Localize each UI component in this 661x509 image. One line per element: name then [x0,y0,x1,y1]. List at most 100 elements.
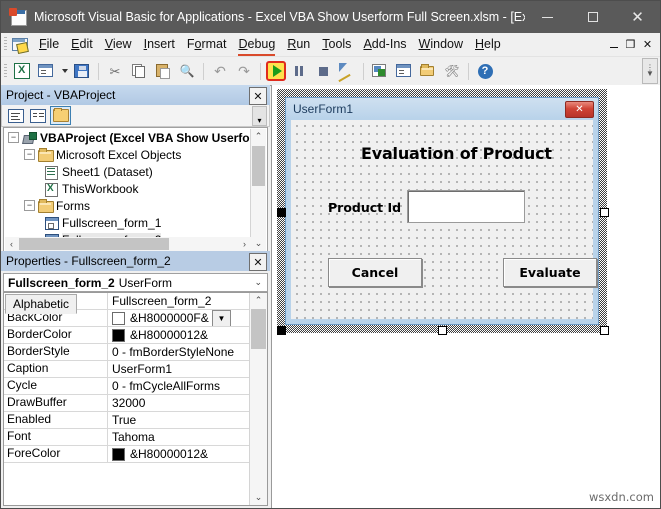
project-explorer-icon[interactable] [369,60,391,82]
object-browser-icon[interactable] [417,60,439,82]
property-value[interactable]: UserForm1 [108,361,250,377]
scroll-thumb[interactable] [251,309,266,349]
redo-icon[interactable]: ↷ [233,60,255,82]
menu-item-insert[interactable]: Insert [138,35,181,54]
menu-item-help[interactable]: Help [469,35,507,54]
menu-item-addins[interactable]: Add-Ins [357,35,412,54]
property-row[interactable]: Cycle 0 - fmCycleAllForms [4,378,250,395]
find-icon[interactable]: 🔍 [176,60,198,82]
tree-item-fullscreen-form-1[interactable]: Fullscreen_form_1 [4,214,251,231]
run-icon[interactable] [266,61,286,81]
property-value[interactable]: &H80000012& [108,446,250,462]
property-value[interactable]: &H80000012& [108,327,250,343]
menu-item-window[interactable]: Window [413,35,469,54]
properties-grid[interactable]: (Name) Fullscreen_form_2 BackColor &H800… [3,292,268,506]
property-row[interactable]: DrawBuffer 32000 [4,395,250,412]
menu-item-edit[interactable]: Edit [65,35,99,54]
menu-item-view[interactable]: View [99,35,138,54]
userform-selection-frame[interactable]: UserForm1 ✕ Evaluation of Product Produc… [277,89,609,335]
undo-icon[interactable]: ↶ [209,60,231,82]
tab-alphabetic[interactable]: Alphabetic [5,294,78,314]
tree-expander[interactable]: − [24,200,35,211]
property-value[interactable]: Fullscreen_form_2 [108,293,250,309]
property-row[interactable]: ForeColor &H80000012& [4,446,250,463]
property-row[interactable]: Enabled True [4,412,250,429]
resize-handle-right[interactable] [600,208,609,217]
product-id-input[interactable] [407,190,525,223]
toolbox-icon[interactable]: 🛠 [441,60,463,82]
cut-icon[interactable]: ✂ [104,60,126,82]
chevron-down-icon[interactable]: ▼ [212,310,231,326]
window-minimize-button[interactable] [525,1,570,33]
resize-handle-left[interactable] [277,208,286,217]
cancel-button[interactable]: Cancel [328,258,422,287]
menu-drag-handle[interactable] [4,37,7,52]
view-excel-icon[interactable] [11,60,33,82]
insert-userform-icon[interactable] [35,60,57,82]
scroll-thumb[interactable] [252,146,265,186]
toolbar-drag-handle[interactable] [4,63,7,79]
property-value[interactable]: 0 - fmCycleAllForms [108,378,250,394]
evaluate-button[interactable]: Evaluate [503,258,597,287]
project-toolbar-overflow[interactable]: ▾ [252,106,267,126]
scroll-right-icon[interactable]: › [238,239,251,249]
toggle-folders-icon[interactable] [50,106,71,125]
property-row[interactable]: Font Tahoma [4,429,250,446]
tree-item-sheet1[interactable]: Sheet1 (Dataset) [4,163,251,180]
reset-icon[interactable] [312,60,334,82]
menu-item-format[interactable]: Format [181,35,233,54]
scroll-track[interactable] [251,144,266,236]
mdi-close-button[interactable]: ✕ [639,33,656,56]
resize-handle-bottom-right[interactable] [600,326,609,335]
mdi-restore-button[interactable]: ❒ [622,33,639,56]
tree-item-forms[interactable]: − Forms [4,197,251,214]
window-close-button[interactable]: ✕ [615,1,660,33]
menu-item-tools[interactable]: Tools [316,35,357,54]
scroll-down-icon[interactable]: ⌄ [251,236,266,251]
properties-scrollbar[interactable]: ⌃ ⌄ [249,293,267,505]
scroll-thumb[interactable] [19,238,169,250]
property-value[interactable]: True [108,412,250,428]
menu-item-file[interactable]: File [33,35,65,54]
toolbar-overflow-button[interactable]: ⋮ ▼ [642,58,658,84]
view-code-icon[interactable] [6,107,25,124]
design-mode-icon[interactable] [336,60,358,82]
userform-canvas[interactable]: Evaluation of Product Product Id Cancel … [291,120,597,319]
scroll-down-icon[interactable]: ⌄ [250,490,267,505]
insert-dropdown-arrow[interactable] [59,60,69,82]
properties-window-icon[interactable] [393,60,415,82]
properties-pane-close-icon[interactable]: ✕ [249,253,267,271]
resize-handle-bottom[interactable] [438,326,447,335]
userform-window[interactable]: UserForm1 ✕ Evaluation of Product Produc… [285,97,599,325]
break-icon[interactable] [288,60,310,82]
tree-item-excel-objects[interactable]: − Microsoft Excel Objects [4,146,251,163]
mdi-minimize-button[interactable] [605,33,622,56]
project-tree[interactable]: − VBAProject (Excel VBA Show Userfor − M… [3,127,268,253]
menu-item-run[interactable]: Run [281,35,316,54]
scroll-up-icon[interactable]: ⌃ [250,293,267,308]
property-value[interactable]: Tahoma [108,429,250,445]
paste-icon[interactable] [152,60,174,82]
userform-close-icon[interactable]: ✕ [565,101,594,118]
project-tree-horizontal-scrollbar[interactable]: ‹ › [5,237,251,251]
properties-object-selector[interactable]: Fullscreen_form_2 UserForm ⌄ [3,273,268,292]
tree-item-thisworkbook[interactable]: ThisWorkbook [4,180,251,197]
scroll-left-icon[interactable]: ‹ [5,239,18,249]
userform-designer[interactable]: UserForm1 ✕ Evaluation of Product Produc… [271,85,660,508]
project-tree-vertical-scrollbar[interactable]: ⌃ ⌄ [250,129,266,251]
property-value[interactable]: 32000 [108,395,250,411]
scroll-up-icon[interactable]: ⌃ [251,129,266,144]
property-row[interactable]: BorderColor &H80000012& [4,327,250,344]
property-value[interactable]: 0 - fmBorderStyleNone [108,344,250,360]
property-row[interactable]: Caption UserForm1 [4,361,250,378]
property-value[interactable]: &H8000000F& ▼ [108,310,250,326]
save-icon[interactable] [71,60,93,82]
chevron-down-icon[interactable]: ⌄ [254,277,262,288]
tree-expander[interactable]: − [24,149,35,160]
property-row[interactable]: BorderStyle 0 - fmBorderStyleNone [4,344,250,361]
resize-handle-bottom-left[interactable] [277,326,286,335]
help-icon[interactable]: ? [474,60,496,82]
tree-item-vbaproject[interactable]: − VBAProject (Excel VBA Show Userfor [4,129,251,146]
view-object-icon[interactable] [28,107,47,124]
menu-item-debug[interactable]: Debug [232,35,281,56]
